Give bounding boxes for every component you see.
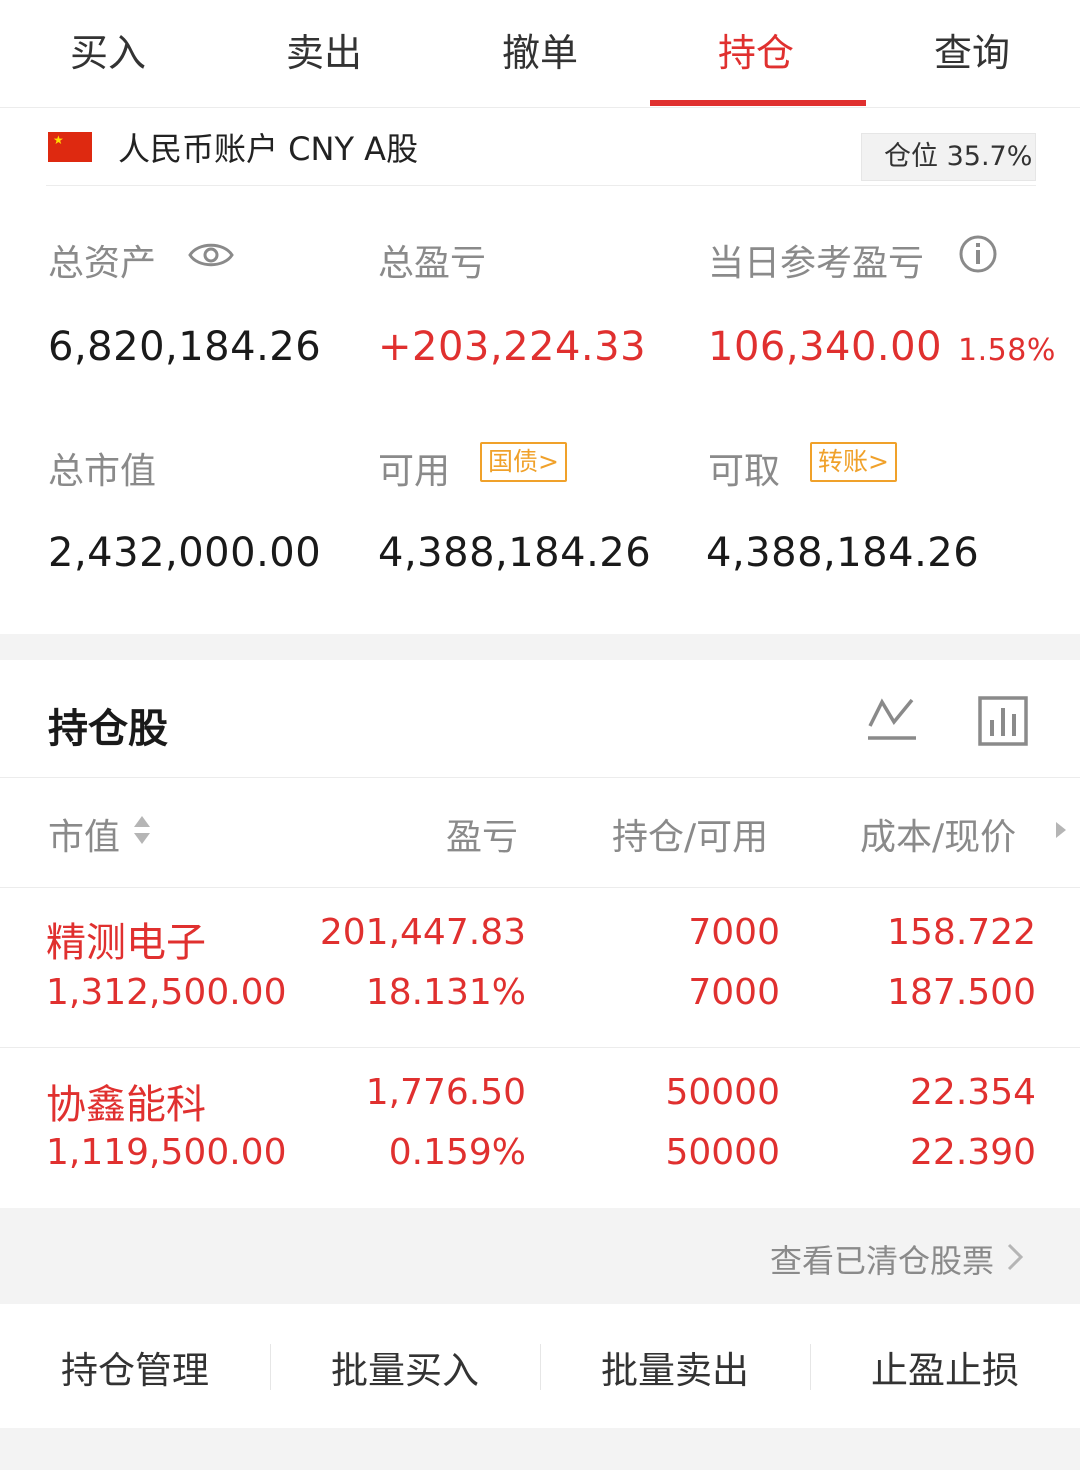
- stock-available: 7000: [688, 972, 780, 1013]
- stock-cost: 158.722: [887, 912, 1036, 953]
- tab-sell[interactable]: 卖出: [216, 22, 432, 78]
- section-divider: [0, 634, 1080, 660]
- active-tab-indicator: [650, 100, 866, 106]
- daily-pnl-label: 当日参考盈亏: [708, 243, 925, 284]
- scroll-right-icon[interactable]: [1054, 820, 1068, 840]
- stock-pnl-percent: 0.159%: [388, 1132, 526, 1173]
- tab-cancel-order[interactable]: 撤单: [432, 22, 648, 78]
- china-flag-icon: ★: [48, 132, 92, 162]
- total-pnl-value: +203,224.33: [378, 324, 647, 370]
- holdings-title: 持仓股: [48, 706, 168, 752]
- batch-sell-button[interactable]: 批量卖出: [540, 1340, 810, 1394]
- eye-icon[interactable]: [188, 240, 234, 270]
- tab-query[interactable]: 查询: [864, 22, 1080, 78]
- market-value-value: 2,432,000.00: [48, 530, 322, 576]
- withdrawable-label: 可取: [708, 451, 781, 492]
- batch-buy-button[interactable]: 批量买入: [270, 1340, 540, 1394]
- stock-price: 187.500: [887, 972, 1036, 1013]
- available-value: 4,388,184.26: [378, 530, 652, 576]
- market-value-label: 总市值: [48, 451, 157, 492]
- stock-available: 50000: [665, 1132, 780, 1173]
- stock-price: 22.390: [910, 1132, 1036, 1173]
- chevron-right-icon[interactable]: [1006, 1242, 1024, 1272]
- transfer-button[interactable]: 转账>: [810, 442, 897, 482]
- stock-position: 7000: [688, 912, 780, 953]
- total-assets-label: 总资产: [48, 243, 157, 284]
- account-label: 人民币账户 CNY A股: [118, 130, 419, 168]
- top-tab-bar: 买入 卖出 撤单 持仓 查询: [0, 0, 1080, 108]
- withdrawable-value: 4,388,184.26: [706, 530, 980, 576]
- position-management-button[interactable]: 持仓管理: [0, 1340, 270, 1394]
- bottom-action-bar: 持仓管理 批量买入 批量卖出 止盈止损: [0, 1304, 1080, 1428]
- tab-buy[interactable]: 买入: [0, 22, 216, 78]
- column-cost-price: 成本/现价: [860, 817, 1017, 858]
- take-profit-stop-loss-button[interactable]: 止盈止损: [810, 1340, 1080, 1394]
- account-row[interactable]: ★ 人民币账户 CNY A股 仓位 35.7%: [46, 108, 1036, 186]
- column-pnl: 盈亏: [446, 817, 519, 858]
- total-assets-value: 6,820,184.26: [48, 324, 322, 370]
- cleared-stocks-bar: 查看已清仓股票: [0, 1208, 1080, 1304]
- holding-row[interactable]: 精测电子 1,312,500.00 201,447.83 18.131% 700…: [0, 888, 1080, 1048]
- stock-pnl-percent: 18.131%: [365, 972, 526, 1013]
- position-ratio-badge: 仓位 35.7%: [861, 133, 1036, 181]
- view-cleared-stocks-link[interactable]: 查看已清仓股票: [770, 1236, 994, 1282]
- stock-position: 50000: [665, 1072, 780, 1113]
- holding-row[interactable]: 协鑫能科 1,119,500.00 1,776.50 0.159% 50000 …: [0, 1048, 1080, 1208]
- total-pnl-label: 总盈亏: [378, 243, 487, 284]
- treasury-bond-button[interactable]: 国债>: [480, 442, 567, 482]
- stock-pnl: 201,447.83: [319, 912, 526, 953]
- account-summary: 总资产 6,820,184.26 总盈亏 +203,224.33 当日参考盈亏 …: [0, 186, 1080, 634]
- daily-pnl-value: 106,340.00: [708, 324, 943, 370]
- bar-chart-icon[interactable]: [978, 696, 1028, 746]
- daily-pnl-percent: 1.58%: [958, 333, 1056, 368]
- footer-spacer: [0, 1428, 1080, 1470]
- holdings-header: 持仓股: [0, 660, 1080, 778]
- stock-market-value: 1,312,500.00: [46, 972, 287, 1013]
- stock-cost: 22.354: [910, 1072, 1036, 1113]
- sort-icon[interactable]: [132, 812, 152, 848]
- available-label: 可用: [378, 451, 451, 492]
- stock-market-value: 1,119,500.00: [46, 1132, 287, 1173]
- stock-name: 精测电子: [46, 920, 206, 966]
- holdings-column-header: 市值 盈亏 持仓/可用 成本/现价: [0, 778, 1080, 888]
- daily-pnl-value-group: 106,340.00 1.58%: [708, 324, 1056, 370]
- tab-positions[interactable]: 持仓: [648, 22, 864, 78]
- stock-name: 协鑫能科: [46, 1082, 206, 1128]
- column-position-available: 持仓/可用: [612, 817, 769, 858]
- info-icon[interactable]: [958, 234, 998, 274]
- stock-pnl: 1,776.50: [365, 1072, 526, 1113]
- column-market-value[interactable]: 市值: [48, 808, 120, 860]
- trend-chart-icon[interactable]: [866, 694, 918, 746]
